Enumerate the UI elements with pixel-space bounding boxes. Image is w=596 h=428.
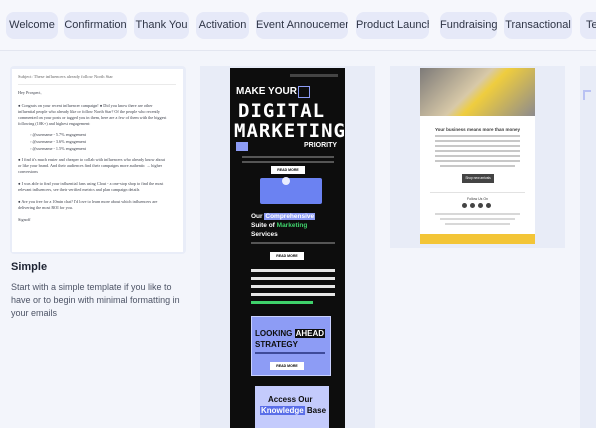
testimonial-text: [251, 293, 335, 296]
pointer-icon: [236, 142, 248, 151]
text-placeholder: [440, 165, 515, 167]
email-line: influential people who already like or f…: [18, 109, 160, 114]
email-line: ● Congrats on your recent influencer cam…: [18, 103, 153, 108]
section-title-line2: Suite of Marketing: [251, 222, 307, 229]
text-placeholder: [435, 135, 520, 137]
read-more-button[interactable]: READ MORE: [271, 166, 305, 174]
footer-bar: [420, 234, 535, 244]
arrow-icon: [298, 86, 310, 98]
template-title: Simple: [11, 261, 48, 273]
email-line: ◦ @username - 3.6% engagement: [30, 139, 86, 144]
read-more-button[interactable]: READ MORE: [270, 252, 304, 260]
services-label: Services: [251, 231, 278, 238]
instagram-icon[interactable]: [470, 203, 475, 208]
headline-digital: DIGITAL: [238, 100, 326, 122]
email-line: Hey Prospect,: [18, 90, 42, 95]
make-your-label: MAKE YOUR: [236, 86, 297, 97]
marketing-highlight: Marketing: [276, 222, 308, 229]
strategy-label: STRATEGY: [255, 340, 298, 349]
footer-text: [445, 223, 510, 225]
text-placeholder: [435, 140, 520, 142]
email-line: relevant influencers, see their verified…: [18, 187, 140, 192]
tab-activation[interactable]: Activation: [196, 12, 249, 39]
footer-text: [440, 218, 515, 220]
testimonial-text: [251, 285, 335, 288]
tab-transactional[interactable]: Transactional: [504, 12, 572, 39]
hero-image: [260, 178, 322, 204]
text-placeholder: [435, 160, 520, 162]
description-line: have or to begin with minimal formatting…: [11, 295, 180, 305]
divider: [430, 192, 525, 193]
email-line: commented on your posts or tagged you in…: [18, 115, 167, 120]
email-preview: MAKE YOUR DIGITAL MARKETING PRIORITY REA…: [230, 68, 345, 428]
bracket-icon: [583, 90, 591, 100]
divider: [18, 84, 176, 85]
text-placeholder: [242, 161, 334, 163]
template-preview-partial[interactable]: [580, 66, 596, 428]
email-headline: Your business means more than money: [435, 127, 520, 132]
linkedin-icon[interactable]: [486, 203, 491, 208]
template-preview-business[interactable]: Your business means more than money Shop…: [390, 66, 565, 248]
play-icon: [282, 177, 290, 185]
section-title-line1: Our Comprehensive: [251, 213, 316, 220]
ahead-highlight: AHEAD: [294, 329, 326, 338]
email-line: ● I was able to find your influential fa…: [18, 181, 164, 186]
tab-welcome[interactable]: Welcome: [6, 12, 58, 39]
facebook-icon[interactable]: [462, 203, 467, 208]
text-placeholder: [435, 155, 520, 157]
email-subject: Subject: These influencers already follo…: [18, 74, 113, 79]
email-line: delivering the most ROI for you.: [18, 205, 73, 210]
knowledge-highlight: Knowledge: [260, 406, 305, 415]
email-line: ◦ @username - 5.7% engagement: [30, 132, 86, 137]
base-label: Base: [306, 406, 327, 415]
hero-photo: [420, 68, 535, 116]
access-our-label: Access Our: [268, 395, 313, 404]
text-placeholder: [251, 242, 335, 244]
tab-event-announcement[interactable]: Event Annoucement: [256, 12, 348, 39]
headline-marketing: MARKETING: [234, 120, 345, 142]
email-line: ● Are you free for a 10min chat? I'd lov…: [18, 199, 158, 204]
testimonial-highlight: [251, 301, 313, 304]
tab-product-launch[interactable]: Product Launch: [356, 12, 429, 39]
knowledge-heading: Knowledge Base: [260, 406, 326, 415]
description-line: Start with a simple template if you like…: [11, 282, 172, 292]
text-placeholder: [435, 145, 520, 147]
shop-button[interactable]: Shop new arrivals: [462, 174, 494, 183]
youtube-icon[interactable]: [478, 203, 483, 208]
comprehensive-highlight: Comprehensive: [264, 213, 316, 220]
strategy-heading: LOOKING AHEAD: [255, 329, 326, 338]
template-description: Start with a simple template if you like…: [11, 281, 186, 320]
testimonial-text: [251, 269, 335, 272]
tab-confirmation[interactable]: Confirmation: [64, 12, 127, 39]
description-line: your emails: [11, 308, 58, 318]
testimonial-text: [251, 277, 335, 280]
email-line: or like your brand. And their audiences …: [18, 163, 162, 168]
footer-text: [435, 213, 520, 215]
email-line: ◦ @username - 1.5% engagement: [30, 146, 86, 151]
email-signoff: Signoff: [18, 217, 31, 222]
template-preview-simple[interactable]: Subject: These influencers already follo…: [10, 66, 186, 254]
email-line: following (10K+) and highest engagement:: [18, 121, 91, 126]
nav-bar: [290, 74, 338, 77]
email-line: ● I find it's much easier and cheaper to…: [18, 157, 165, 162]
email-line: conversions: [18, 169, 39, 174]
email-preview: Subject: These influencers already follo…: [12, 69, 183, 252]
looking-label: LOOKING: [255, 329, 293, 338]
read-more-button[interactable]: READ MORE: [270, 362, 304, 370]
tab-fundraising[interactable]: Fundraising: [440, 12, 497, 39]
email-preview: Your business means more than money Shop…: [420, 68, 535, 244]
template-preview-digital-marketing[interactable]: MAKE YOUR DIGITAL MARKETING PRIORITY REA…: [200, 66, 375, 428]
priority-label: PRIORITY: [304, 142, 338, 149]
our-label: Our: [251, 213, 263, 220]
tab-partial[interactable]: Te: [580, 12, 596, 39]
text-placeholder: [255, 352, 325, 354]
text-placeholder: [435, 150, 520, 152]
category-tab-bar: Welcome Confirmation Thank You Activatio…: [0, 0, 596, 51]
text-placeholder: [242, 156, 334, 158]
suite-of-label: Suite of: [251, 222, 275, 229]
social-icons: [462, 203, 492, 208]
follow-label: Follow Us On: [466, 197, 488, 201]
tab-thank-you[interactable]: Thank You: [134, 12, 189, 39]
